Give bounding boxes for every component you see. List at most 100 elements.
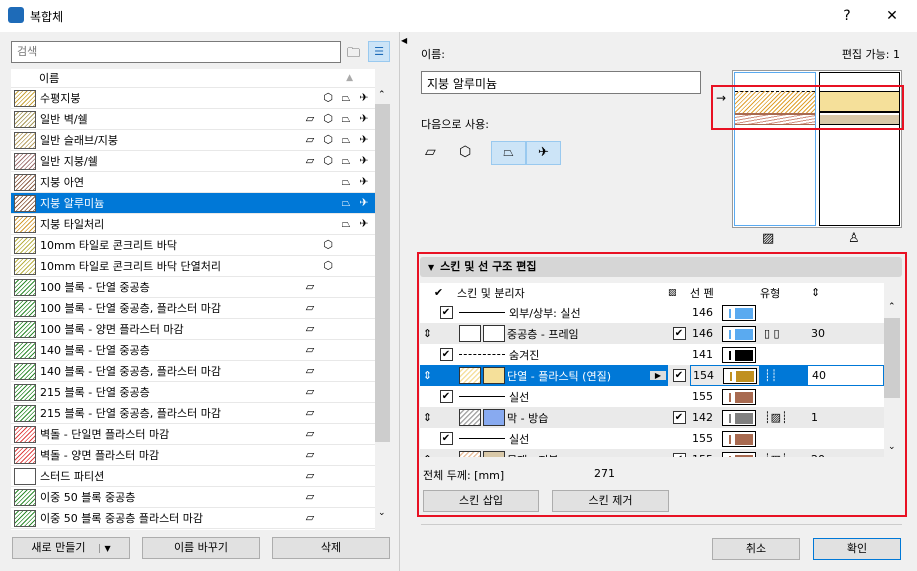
skin-checkbox[interactable]: ✔ (672, 411, 686, 424)
list-item[interactable]: 일반 지붕/쉘 ▱ ⬡ ⏢ ✈ (11, 151, 375, 172)
skin-row[interactable]: ⇕ 목재 - 지붕 ✔ 155 ┊▨┊ 20 (420, 449, 884, 457)
pen-color-swatch[interactable] (722, 346, 756, 363)
skin-type-icon[interactable]: ┊▨┊ (764, 453, 788, 457)
ok-button[interactable]: 확인 (813, 538, 901, 560)
drag-handle-icon[interactable] (420, 386, 435, 407)
drag-handle-icon[interactable]: ⇕ (420, 449, 435, 457)
line-visible-checkbox[interactable]: ✔ (439, 390, 453, 403)
list-item[interactable]: 이중 50 블록 중공층 ▱ (11, 487, 375, 508)
pen-color-swatch[interactable] (723, 367, 757, 384)
surface-swatch[interactable] (483, 367, 505, 384)
drag-handle-icon[interactable] (420, 428, 435, 449)
close-button[interactable]: ✕ (877, 4, 907, 28)
list-item[interactable]: 100 블록 - 단열 중공층, 플라스터 마감 ▱ (11, 298, 375, 319)
list-item[interactable]: 이중 50 블록 중공층 플라스터 마감 ▱ (11, 508, 375, 529)
collapse-panel-icon[interactable]: ◀ (401, 36, 407, 45)
drag-handle-icon[interactable]: ⇕ (420, 407, 435, 428)
pen-number[interactable]: 154 (691, 369, 719, 382)
rename-button[interactable]: 이름 바꾸기 (142, 537, 260, 559)
search-input[interactable] (11, 41, 341, 63)
skin-menu-arrow-icon[interactable]: ▶ (650, 371, 666, 380)
list-item[interactable]: 215 블록 - 단열 중공층, 플라스터 마감 ▱ (11, 403, 375, 424)
list-item[interactable]: 일반 슬래브/지붕 ▱ ⬡ ⏢ ✈ (11, 130, 375, 151)
pen-number[interactable]: 155 (690, 432, 718, 445)
scroll-down-icon[interactable]: ⌄ (888, 442, 896, 452)
surface-brush-icon[interactable]: ♙ (848, 231, 860, 246)
pen-color-swatch[interactable] (722, 409, 756, 426)
scroll-thumb[interactable] (884, 318, 900, 398)
column-name-header[interactable]: 이름 (39, 70, 59, 86)
shell-type-icon[interactable]: ✈ (526, 141, 561, 165)
list-item[interactable]: 10mm 타일로 콘크리트 바닥 ⬡ (11, 235, 375, 256)
scroll-up-icon[interactable]: ⌃ (378, 90, 386, 100)
skin-row[interactable]: ⇕ 단열 - 플라스틱 (연질) ▶ ✔ 154 ┊┊ 40 (420, 365, 884, 386)
wall-type-icon[interactable]: ▱ (425, 144, 436, 160)
list-item[interactable]: 10mm 타일로 콘크리트 바닥 단열처리 ⬡ (11, 256, 375, 277)
cancel-button[interactable]: 취소 (712, 538, 800, 560)
list-item[interactable]: 지붕 아연 ⏢ ✈ (11, 172, 375, 193)
line-row[interactable]: ✔ 실선 155 (420, 386, 884, 407)
list-view-icon[interactable]: ☰ (368, 41, 390, 62)
skin-type-icon[interactable]: ┊▨┊ (764, 411, 788, 424)
line-visible-checkbox[interactable]: ✔ (439, 348, 453, 361)
skin-thickness[interactable]: 20 (811, 453, 825, 457)
fill-swatch[interactable] (459, 367, 481, 384)
pen-color-swatch[interactable] (722, 304, 756, 321)
drag-handle-icon[interactable]: ⇕ (420, 323, 435, 344)
roof-type-icon[interactable]: ⏢ (491, 141, 526, 165)
pen-number[interactable]: 155 (690, 390, 718, 403)
list-item[interactable]: 지붕 타일처리 ⏢ ✈ (11, 214, 375, 235)
drag-handle-icon[interactable] (420, 302, 435, 323)
surface-swatch[interactable] (483, 409, 505, 426)
list-item[interactable]: 100 블록 - 단열 중공층 ▱ (11, 277, 375, 298)
skin-checkbox[interactable]: ✔ (672, 453, 686, 457)
fill-swatch[interactable] (459, 451, 481, 457)
pen-color-swatch[interactable] (722, 430, 756, 447)
scroll-down-icon[interactable]: ⌄ (378, 508, 386, 518)
skin-checkbox[interactable]: ✔ (672, 369, 686, 382)
pen-color-swatch[interactable] (722, 325, 756, 342)
skin-thickness[interactable]: 1 (811, 411, 818, 424)
name-input[interactable]: 지붕 알루미늄 (421, 71, 701, 94)
drag-handle-icon[interactable] (420, 344, 435, 365)
delete-button[interactable]: 삭제 (272, 537, 390, 559)
new-button[interactable]: 새로 만들기 ▼ (12, 537, 130, 559)
check-all-icon[interactable]: ✔ (420, 283, 457, 303)
line-row[interactable]: ✔ 외부/상부: 실선 146 (420, 302, 884, 323)
pen-number[interactable]: 155 (690, 453, 718, 457)
skin-type-icon[interactable]: ▯ ▯ (764, 327, 780, 340)
list-scrollbar[interactable]: ⌃ ⌄ (375, 88, 390, 530)
skin-row[interactable]: ⇕ 막 - 방습 ✔ 142 ┊▨┊ 1 (420, 407, 884, 428)
list-item[interactable]: 140 블록 - 단열 중공층, 플라스터 마감 ▱ (11, 361, 375, 382)
scroll-up-icon[interactable]: ⌃ (888, 302, 896, 312)
list-item[interactable]: 벽돌 - 양면 플라스터 마감 ▱ (11, 445, 375, 466)
pen-number[interactable]: 146 (690, 306, 718, 319)
hatch-check-icon[interactable]: ▨ (668, 283, 690, 303)
list-item[interactable]: 수평지붕 ⬡ ⏢ ✈ (11, 88, 375, 109)
scroll-thumb[interactable] (375, 104, 390, 442)
list-item[interactable]: 지붕 알루미늄 ⏢ ✈ (11, 193, 375, 214)
help-button[interactable]: ? (832, 4, 862, 28)
pen-color-swatch[interactable] (722, 388, 756, 405)
sort-arrow-icon[interactable]: ▲ (346, 73, 353, 83)
line-visible-checkbox[interactable]: ✔ (439, 432, 453, 445)
list-item[interactable]: 스터드 파티션 ▱ (11, 466, 375, 487)
skin-section-header[interactable]: ▼ 스킨 및 선 구조 편집 (420, 257, 902, 277)
panel-divider[interactable] (399, 32, 400, 571)
list-item[interactable]: 일반 벽/쉘 ▱ ⬡ ⏢ ✈ (11, 109, 375, 130)
folder-view-icon[interactable]: 🗀 (347, 44, 365, 61)
skin-type-icon[interactable]: ┊┊ (764, 369, 777, 382)
remove-skin-button[interactable]: 스킨 제거 (552, 490, 669, 512)
dropdown-arrow-icon[interactable]: ▼ (99, 544, 111, 553)
drag-handle-icon[interactable]: ⇕ (420, 365, 435, 386)
skin-table-scrollbar[interactable]: ⌃ ⌄ (884, 302, 900, 457)
surface-swatch[interactable] (483, 325, 505, 342)
skin-thickness[interactable]: 40 (812, 369, 826, 382)
line-row[interactable]: ✔ 숨겨진 141 (420, 344, 884, 365)
skin-row[interactable]: ⇕ 중공층 - 프레임 ✔ 146 ▯ ▯ 30 (420, 323, 884, 344)
list-item[interactable]: 140 블록 - 단열 중공층 ▱ (11, 340, 375, 361)
pen-number[interactable]: 146 (690, 327, 718, 340)
list-item[interactable]: 벽돌 - 단일면 플라스터 마감 ▱ (11, 424, 375, 445)
pen-number[interactable]: 142 (690, 411, 718, 424)
line-row[interactable]: ✔ 실선 155 (420, 428, 884, 449)
